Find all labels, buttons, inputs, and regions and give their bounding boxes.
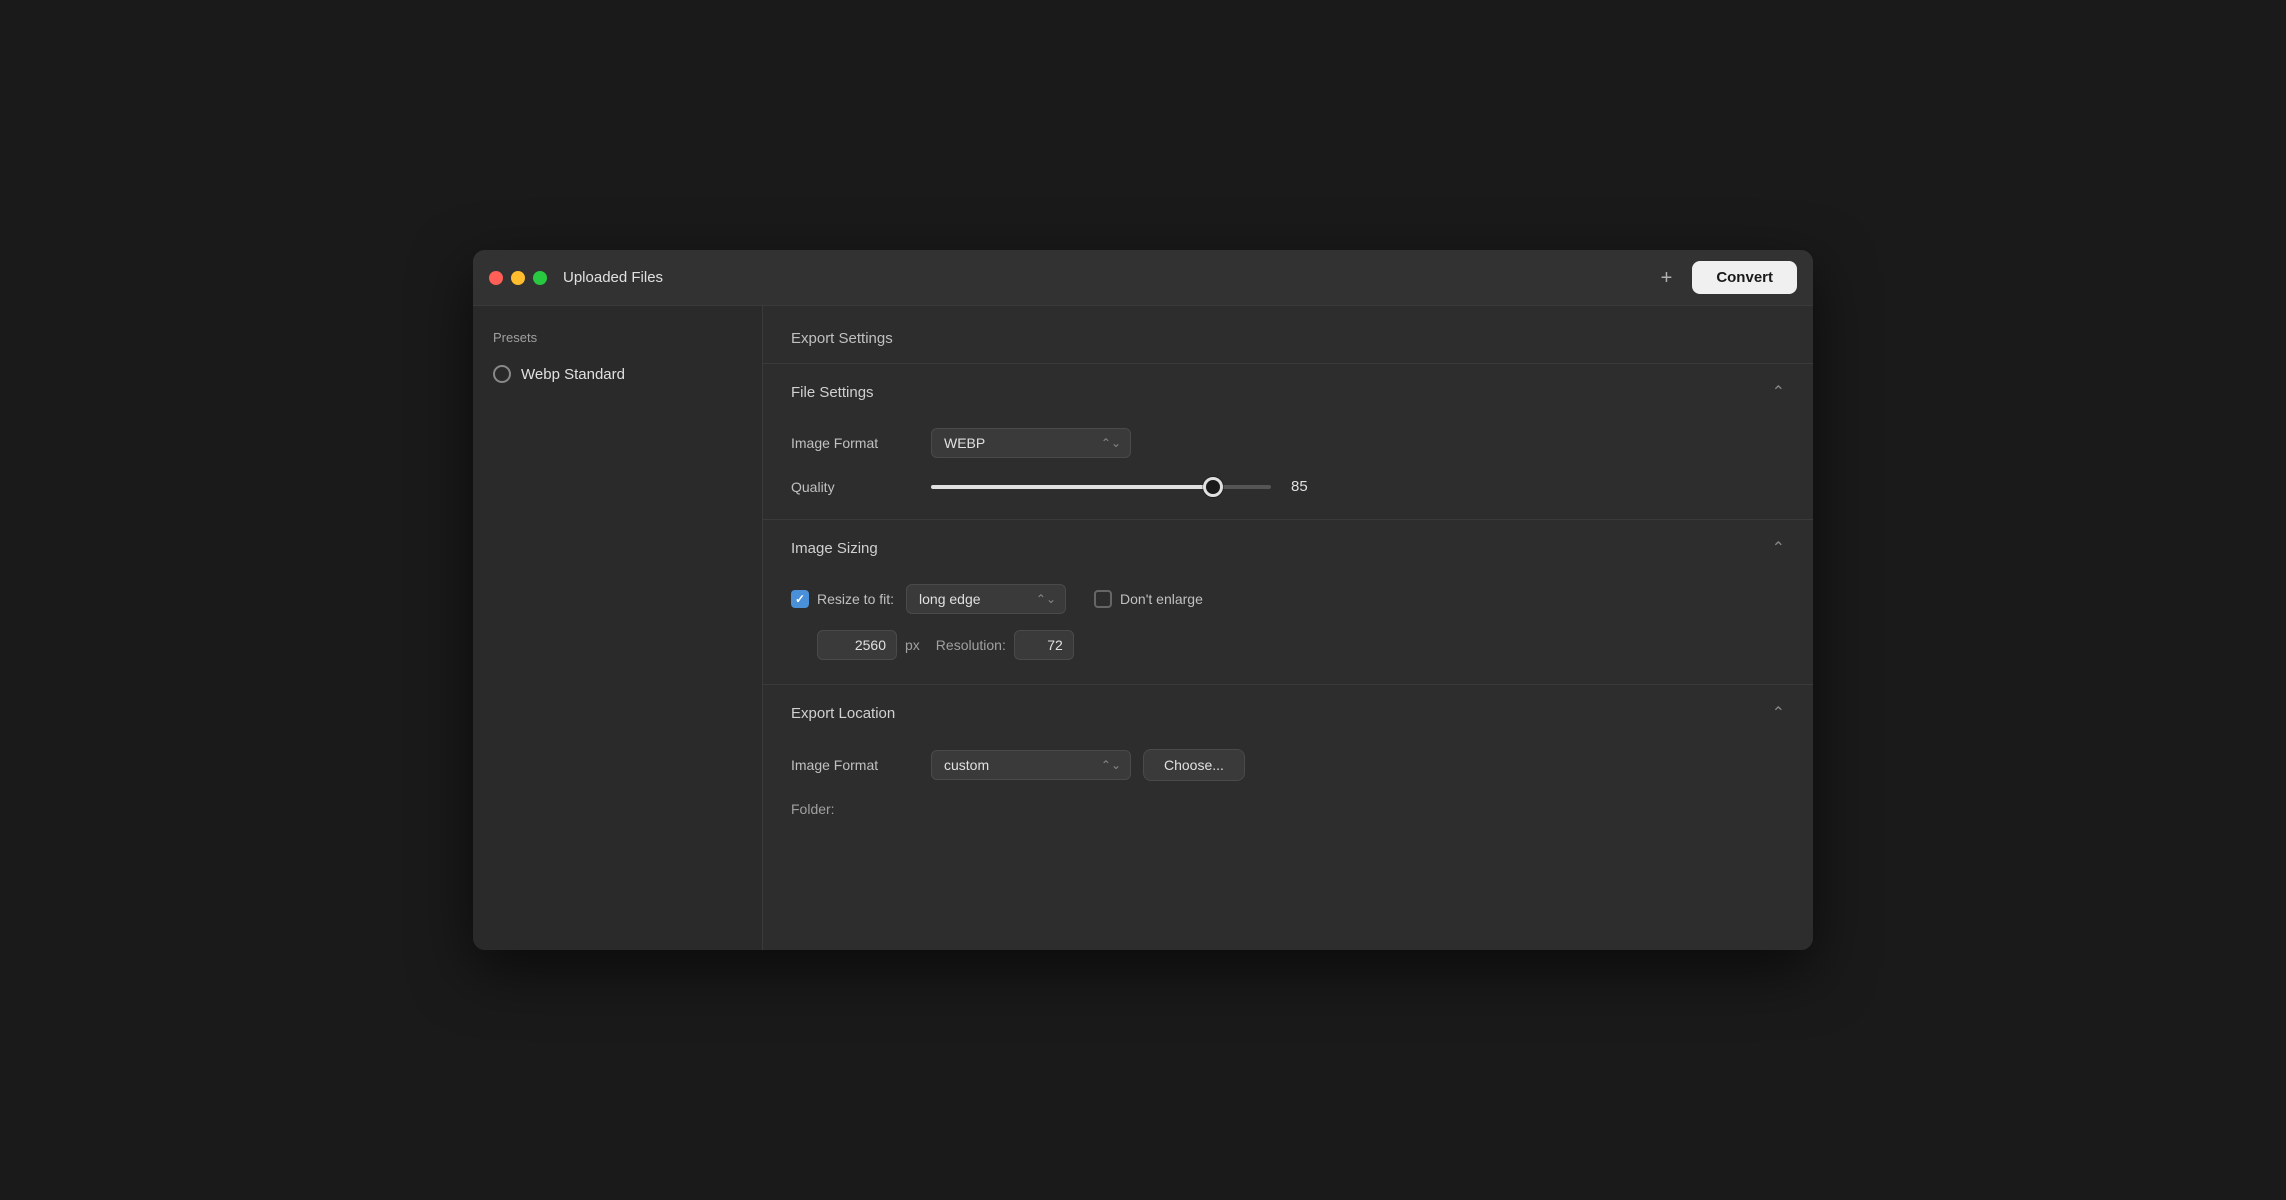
resize-fit-select[interactable]: long edge short edge width height [906, 584, 1066, 614]
export-location-section: Export Location ⌃ Image Format custom sa… [763, 684, 1813, 841]
resize-fit-select-wrapper: long edge short edge width height ⌃⌄ [906, 584, 1066, 614]
dont-enlarge-checkbox[interactable] [1094, 590, 1112, 608]
maximize-button[interactable] [533, 271, 547, 285]
convert-button[interactable]: Convert [1692, 261, 1797, 294]
image-sizing-content: ✓ Resize to fit: long edge short edge wi… [791, 576, 1785, 684]
file-settings-chevron: ⌃ [1772, 382, 1785, 402]
resolution-input[interactable] [1014, 630, 1074, 660]
preset-radio-webp[interactable] [493, 365, 511, 383]
choose-button[interactable]: Choose... [1143, 749, 1245, 781]
resize-checkbox[interactable]: ✓ [791, 590, 809, 608]
image-format-row: Image Format WEBP JPEG PNG TIFF ⌃⌄ [791, 428, 1785, 458]
resolution-label: Resolution: [936, 637, 1006, 653]
export-location-content: Image Format custom same folder subfolde… [791, 741, 1785, 841]
quality-label: Quality [791, 479, 931, 495]
dont-enlarge-container: Don't enlarge [1094, 590, 1203, 608]
image-format-select-wrapper: WEBP JPEG PNG TIFF ⌃⌄ [931, 428, 1131, 458]
export-location-chevron: ⌃ [1772, 703, 1785, 723]
minimize-button[interactable] [511, 271, 525, 285]
dimension-unit: px [905, 637, 920, 653]
image-sizing-chevron: ⌃ [1772, 538, 1785, 558]
folder-row: Folder: [791, 801, 1785, 817]
image-sizing-title: Image Sizing [791, 540, 878, 557]
dimension-input[interactable] [817, 630, 897, 660]
export-location-title: Export Location [791, 705, 895, 722]
export-location-row: Image Format custom same folder subfolde… [791, 749, 1785, 781]
content-area: Presets Webp Standard Export Settings Fi… [473, 306, 1813, 950]
quality-value: 85 [1291, 478, 1321, 495]
app-window: Uploaded Files + Convert Presets Webp St… [473, 250, 1813, 950]
image-format-label: Image Format [791, 435, 931, 451]
folder-label: Folder: [791, 801, 835, 817]
quality-slider-container: 85 [931, 478, 1785, 495]
dimension-row: px Resolution: [791, 630, 1785, 660]
dont-enlarge-label: Don't enlarge [1120, 591, 1203, 607]
sidebar: Presets Webp Standard [473, 306, 763, 950]
export-location-header[interactable]: Export Location ⌃ [791, 685, 1785, 741]
file-settings-section: File Settings ⌃ Image Format WEBP JPEG P… [763, 363, 1813, 519]
preset-label-webp: Webp Standard [521, 366, 625, 383]
main-panel: Export Settings File Settings ⌃ Image Fo… [763, 306, 1813, 950]
titlebar-actions: + Convert [1653, 261, 1797, 294]
file-settings-content: Image Format WEBP JPEG PNG TIFF ⌃⌄ [791, 420, 1785, 519]
quality-slider[interactable] [931, 485, 1271, 489]
window-title: Uploaded Files [563, 269, 1653, 286]
sidebar-title: Presets [493, 330, 742, 345]
titlebar: Uploaded Files + Convert [473, 250, 1813, 306]
checkbox-check-icon: ✓ [795, 592, 805, 606]
image-sizing-header[interactable]: Image Sizing ⌃ [791, 520, 1785, 576]
file-settings-title: File Settings [791, 384, 874, 401]
location-format-label: Image Format [791, 757, 931, 773]
resize-label: Resize to fit: [817, 591, 894, 607]
location-select[interactable]: custom same folder subfolder [931, 750, 1131, 780]
close-button[interactable] [489, 271, 503, 285]
export-settings-header: Export Settings [763, 306, 1813, 363]
preset-item-webp[interactable]: Webp Standard [493, 365, 742, 383]
add-button[interactable]: + [1653, 264, 1681, 292]
location-select-wrapper: custom same folder subfolder ⌃⌄ [931, 750, 1131, 780]
image-format-select[interactable]: WEBP JPEG PNG TIFF [931, 428, 1131, 458]
traffic-lights [489, 271, 547, 285]
quality-row: Quality 85 [791, 478, 1785, 495]
resize-row: ✓ Resize to fit: long edge short edge wi… [791, 584, 1785, 614]
resize-checkbox-container[interactable]: ✓ Resize to fit: [791, 590, 894, 608]
image-sizing-section: Image Sizing ⌃ ✓ Resize to fit: [763, 519, 1813, 684]
file-settings-header[interactable]: File Settings ⌃ [791, 364, 1785, 420]
